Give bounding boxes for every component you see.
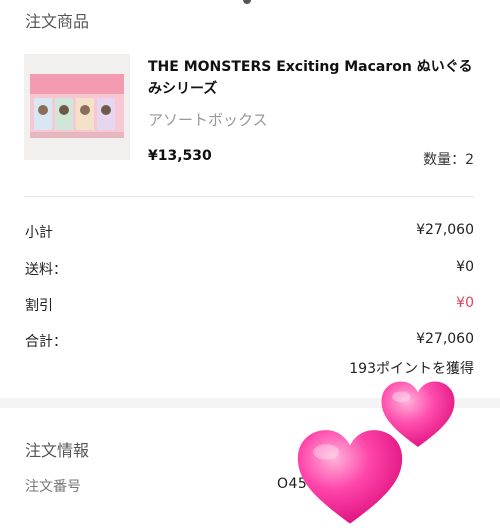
- total-value: ¥27,060: [416, 331, 474, 347]
- subtotal-label: 小計: [25, 225, 53, 241]
- divider: [24, 196, 474, 197]
- product-box-illustration: [24, 54, 130, 160]
- shipping-label: 送料：: [25, 262, 67, 278]
- order-number-label: 注文番号: [25, 479, 81, 495]
- points-earned: 193ポイントを獲得: [349, 361, 474, 377]
- discount-value: ¥0: [456, 295, 474, 311]
- subtotal-value: ¥27,060: [416, 222, 474, 238]
- product-variant: アソートボックス: [148, 111, 268, 129]
- product-price: ¥13,530: [148, 148, 212, 164]
- shipping-value: ¥0: [456, 259, 474, 275]
- total-label: 合計：: [25, 334, 67, 350]
- product-image[interactable]: [24, 54, 130, 160]
- heart-sticker-icon: [297, 430, 403, 524]
- order-info-title: 注文情報: [25, 441, 90, 460]
- product-name[interactable]: THE MONSTERS Exciting Macaron ぬいぐるみシリーズ: [148, 56, 478, 100]
- discount-label: 割引: [25, 298, 53, 314]
- status-notch: [243, 0, 251, 4]
- product-quantity: 数量：2: [423, 152, 474, 168]
- order-items-title: 注文商品: [25, 12, 90, 31]
